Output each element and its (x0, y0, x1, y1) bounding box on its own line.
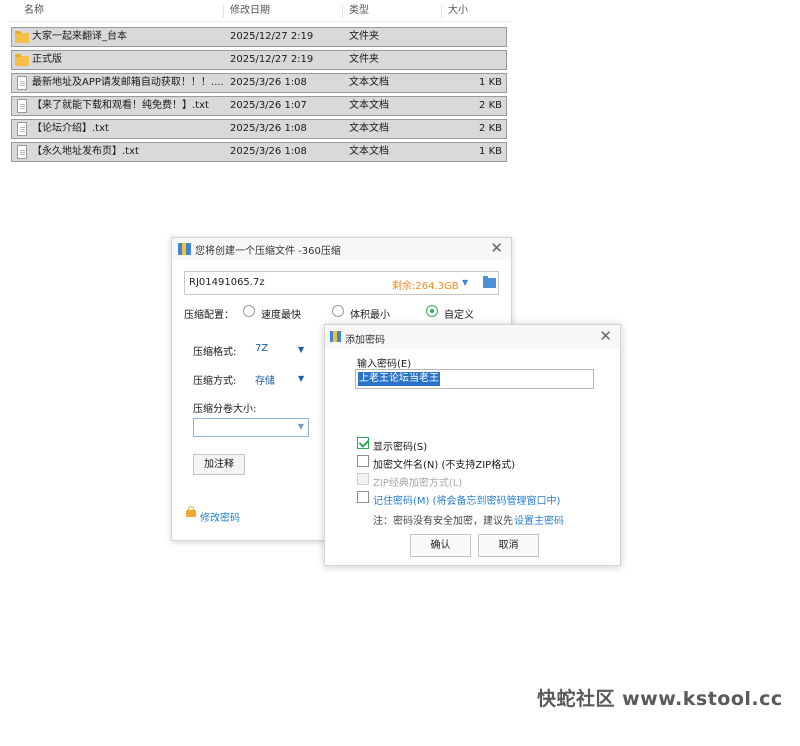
zip-classic-encryption-checkbox (357, 473, 369, 485)
file-name: 大家一起来翻译_台本 (32, 31, 127, 42)
add-password-dialog: 添加密码 ✕ 输入密码(E) 上老王论坛当老王 显示密码(S) 加密文件名(N)… (324, 324, 621, 566)
file-type: 文件夹 (349, 31, 379, 42)
archive-path-value: RJ01491065.7z (189, 277, 265, 288)
file-modified: 2025/12/27 2:19 (230, 31, 314, 42)
confirm-button[interactable]: 确认 (410, 534, 471, 557)
chevron-down-icon[interactable]: ▼ (298, 345, 304, 354)
config-label: 压缩配置： (184, 310, 234, 321)
file-row[interactable]: 最新地址及APP请发邮箱自动获取！！！.... 2025/3/26 1:08 文… (11, 73, 507, 93)
password-label: 输入密码(E) (357, 359, 412, 370)
cancel-button[interactable]: 取消 (478, 534, 539, 557)
lock-icon (186, 506, 196, 517)
radio-custom[interactable] (426, 305, 438, 317)
file-type: 文件夹 (349, 54, 379, 65)
encrypt-filenames-checkbox[interactable] (357, 455, 369, 467)
radio-custom-label[interactable]: 自定义 (444, 306, 474, 321)
file-name: 正式版 (32, 54, 62, 65)
column-header-type[interactable]: 类型 (342, 4, 369, 18)
chevron-down-icon[interactable]: ▼ (462, 278, 468, 287)
show-password-label[interactable]: 显示密码(S) (373, 438, 427, 453)
file-size: 1 KB (479, 77, 502, 88)
change-password-link[interactable]: 修改密码 (200, 509, 240, 524)
file-name: 【论坛介绍】.txt (32, 123, 109, 134)
file-modified: 2025/3/26 1:08 (230, 77, 307, 88)
chevron-down-icon[interactable]: ▼ (298, 374, 304, 383)
file-type: 文本文档 (349, 77, 389, 88)
archive-icon (330, 331, 341, 342)
format-label: 压缩格式: (193, 347, 237, 358)
file-size: 2 KB (479, 123, 502, 134)
password-dialog-title-bar[interactable]: 添加密码 ✕ (325, 325, 620, 349)
method-select[interactable]: 存储 (255, 372, 275, 387)
browse-folder-icon[interactable] (483, 276, 496, 288)
password-value: 上老王论坛当老王 (358, 372, 440, 386)
folder-icon (15, 31, 29, 43)
security-note: 注：密码没有安全加密，建议先 (373, 516, 513, 527)
method-label: 压缩方式: (193, 376, 237, 387)
file-row[interactable]: 【论坛介绍】.txt 2025/3/26 1:08 文本文档 2 KB (11, 119, 507, 139)
volume-size-label: 压缩分卷大小: (193, 404, 257, 415)
file-modified: 2025/3/26 1:08 (230, 123, 307, 134)
column-header-size[interactable]: 大小 (441, 4, 509, 18)
file-size: 1 KB (479, 146, 502, 157)
add-comment-button[interactable]: 加注释 (193, 454, 245, 475)
radio-smallest[interactable] (332, 305, 344, 317)
close-icon[interactable]: ✕ (490, 239, 503, 257)
format-select[interactable]: 7Z (255, 343, 268, 354)
compress-dialog-title-bar[interactable]: 您将创建一个压缩文件 -360压缩 ✕ (172, 238, 511, 260)
file-row[interactable]: 正式版 2025/12/27 2:19 文件夹 (11, 50, 507, 70)
file-type: 文本文档 (349, 100, 389, 111)
radio-smallest-label[interactable]: 体积最小 (350, 306, 390, 321)
radio-fastest-label[interactable]: 速度最快 (261, 306, 301, 321)
free-space-label: 剩余:264.3GB (392, 281, 459, 292)
file-type: 文本文档 (349, 123, 389, 134)
remember-password-label[interactable]: 记住密码(M) (将会备忘到密码管理窗口中) (373, 492, 560, 507)
file-modified: 2025/3/26 1:08 (230, 146, 307, 157)
password-input[interactable]: 上老王论坛当老王 (355, 369, 594, 389)
file-type: 文本文档 (349, 146, 389, 157)
password-dialog-title: 添加密码 (345, 335, 385, 346)
sort-ascending-icon: ^ (117, 0, 125, 6)
text-file-icon (17, 122, 27, 136)
zip-classic-encryption-label: ZIP经典加密方式(L) (373, 478, 463, 489)
chevron-down-icon[interactable]: ▼ (298, 422, 304, 431)
file-row[interactable]: 【永久地址发布页】.txt 2025/3/26 1:08 文本文档 1 KB (11, 142, 507, 162)
file-name: 【永久地址发布页】.txt (32, 146, 139, 157)
column-header-modified[interactable]: 修改日期 (223, 4, 270, 18)
radio-fastest[interactable] (243, 305, 255, 317)
volume-size-select[interactable]: ▼ (193, 418, 309, 437)
set-master-password-link[interactable]: 设置主密码 (514, 512, 564, 527)
column-header-name[interactable]: 名称 (24, 4, 44, 18)
file-name: 最新地址及APP请发邮箱自动获取！！！.... (32, 77, 224, 88)
remember-password-checkbox[interactable] (357, 491, 369, 503)
list-header: 名称 ^ 修改日期 类型 大小 (10, 0, 510, 22)
file-row[interactable]: 大家一起来翻译_台本 2025/12/27 2:19 文件夹 (11, 27, 507, 47)
text-file-icon (17, 145, 27, 159)
file-name: 【来了就能下载和观看！纯免费！】.txt (32, 100, 209, 111)
archive-path-input[interactable]: RJ01491065.7z 剩余:264.3GB ▼ (184, 271, 499, 295)
file-modified: 2025/3/26 1:07 (230, 100, 307, 111)
encrypt-filenames-label[interactable]: 加密文件名(N) (不支持ZIP格式) (373, 456, 515, 471)
compress-dialog-title: 您将创建一个压缩文件 -360压缩 (195, 246, 341, 257)
folder-icon (15, 54, 29, 66)
close-icon[interactable]: ✕ (599, 327, 612, 345)
watermark: 快蛇社区 www.kstool.cc (537, 688, 783, 710)
file-list: 名称 ^ 修改日期 类型 大小 大家一起来翻译_台本 2025/12/27 2:… (10, 0, 510, 162)
text-file-icon (17, 99, 27, 113)
file-modified: 2025/12/27 2:19 (230, 54, 314, 65)
file-row[interactable]: 【来了就能下载和观看！纯免费！】.txt 2025/3/26 1:07 文本文档… (11, 96, 507, 116)
archive-icon (178, 243, 191, 255)
text-file-icon (17, 76, 27, 90)
file-size: 2 KB (479, 100, 502, 111)
show-password-checkbox[interactable] (357, 437, 369, 449)
